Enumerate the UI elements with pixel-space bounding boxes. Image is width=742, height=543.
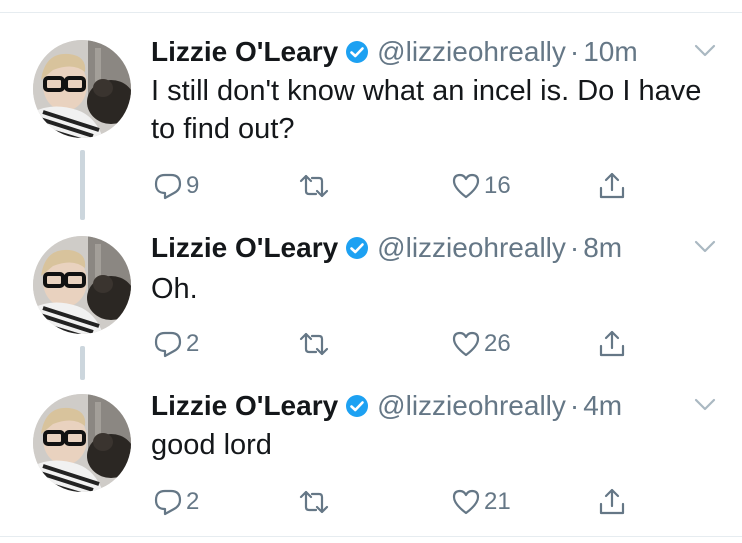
- avatar[interactable]: [33, 40, 131, 138]
- reply-icon: [153, 487, 183, 517]
- retweet-button[interactable]: [299, 326, 332, 362]
- user-handle[interactable]: @lizzieohreally: [377, 36, 566, 68]
- like-count: 26: [484, 330, 511, 357]
- verified-badge-icon: [345, 394, 369, 418]
- timestamp[interactable]: 4m: [583, 390, 622, 422]
- tweet-actions: 2 21: [151, 484, 651, 520]
- tweet[interactable]: Lizzie O'Leary @lizzieohreally · 4m good…: [0, 386, 742, 534]
- bottom-border: [0, 536, 742, 537]
- share-icon: [597, 329, 627, 359]
- tweet-actions: 2 26: [151, 326, 651, 362]
- tweet[interactable]: Lizzie O'Leary @lizzieohreally · 10m I s…: [0, 32, 742, 212]
- separator-dot: ·: [569, 232, 580, 263]
- reply-count: 9: [186, 172, 200, 199]
- avatar[interactable]: [33, 236, 131, 334]
- chevron-down-icon[interactable]: [694, 398, 716, 412]
- retweet-button[interactable]: [299, 168, 332, 204]
- tweet-actions: 9 16: [151, 168, 651, 204]
- reply-icon: [153, 171, 183, 201]
- reply-button[interactable]: 9: [153, 168, 199, 204]
- top-border: [0, 12, 742, 13]
- user-handle[interactable]: @lizzieohreally: [377, 390, 566, 422]
- like-button[interactable]: 16: [451, 168, 511, 204]
- timestamp[interactable]: 8m: [583, 232, 622, 264]
- retweet-button[interactable]: [299, 484, 332, 520]
- share-button[interactable]: [597, 484, 627, 520]
- reply-count: 2: [186, 330, 200, 357]
- share-icon: [597, 171, 627, 201]
- reply-count: 2: [186, 488, 200, 515]
- display-name[interactable]: Lizzie O'Leary: [151, 232, 338, 264]
- retweet-icon: [299, 171, 329, 201]
- share-button[interactable]: [597, 326, 627, 362]
- like-count: 21: [484, 488, 511, 515]
- share-button[interactable]: [597, 168, 627, 204]
- share-icon: [597, 487, 627, 517]
- tweet-text: good lord: [151, 429, 272, 461]
- tweet-text: Oh.: [151, 273, 198, 305]
- heart-icon: [451, 329, 481, 359]
- tweet-header: Lizzie O'Leary @lizzieohreally · 8m: [151, 228, 622, 268]
- retweet-icon: [299, 487, 329, 517]
- like-button[interactable]: 21: [451, 484, 511, 520]
- reply-button[interactable]: 2: [153, 326, 199, 362]
- display-name[interactable]: Lizzie O'Leary: [151, 390, 338, 422]
- avatar[interactable]: [33, 394, 131, 492]
- heart-icon: [451, 171, 481, 201]
- reply-button[interactable]: 2: [153, 484, 199, 520]
- tweet-header: Lizzie O'Leary @lizzieohreally · 10m: [151, 32, 638, 72]
- display-name[interactable]: Lizzie O'Leary: [151, 36, 338, 68]
- tweet-text: I still don't know what an incel is. Do …: [151, 75, 702, 145]
- chevron-down-icon[interactable]: [694, 240, 716, 254]
- separator-dot: ·: [569, 36, 580, 67]
- timestamp[interactable]: 10m: [583, 36, 637, 68]
- chevron-down-icon[interactable]: [694, 44, 716, 58]
- tweet-header: Lizzie O'Leary @lizzieohreally · 4m: [151, 386, 622, 426]
- verified-badge-icon: [345, 236, 369, 260]
- heart-icon: [451, 487, 481, 517]
- separator-dot: ·: [569, 390, 580, 421]
- user-handle[interactable]: @lizzieohreally: [377, 232, 566, 264]
- verified-badge-icon: [345, 40, 369, 64]
- like-count: 16: [484, 172, 511, 199]
- tweet[interactable]: Lizzie O'Leary @lizzieohreally · 8m Oh. …: [0, 228, 742, 378]
- retweet-icon: [299, 329, 329, 359]
- reply-icon: [153, 329, 183, 359]
- like-button[interactable]: 26: [451, 326, 511, 362]
